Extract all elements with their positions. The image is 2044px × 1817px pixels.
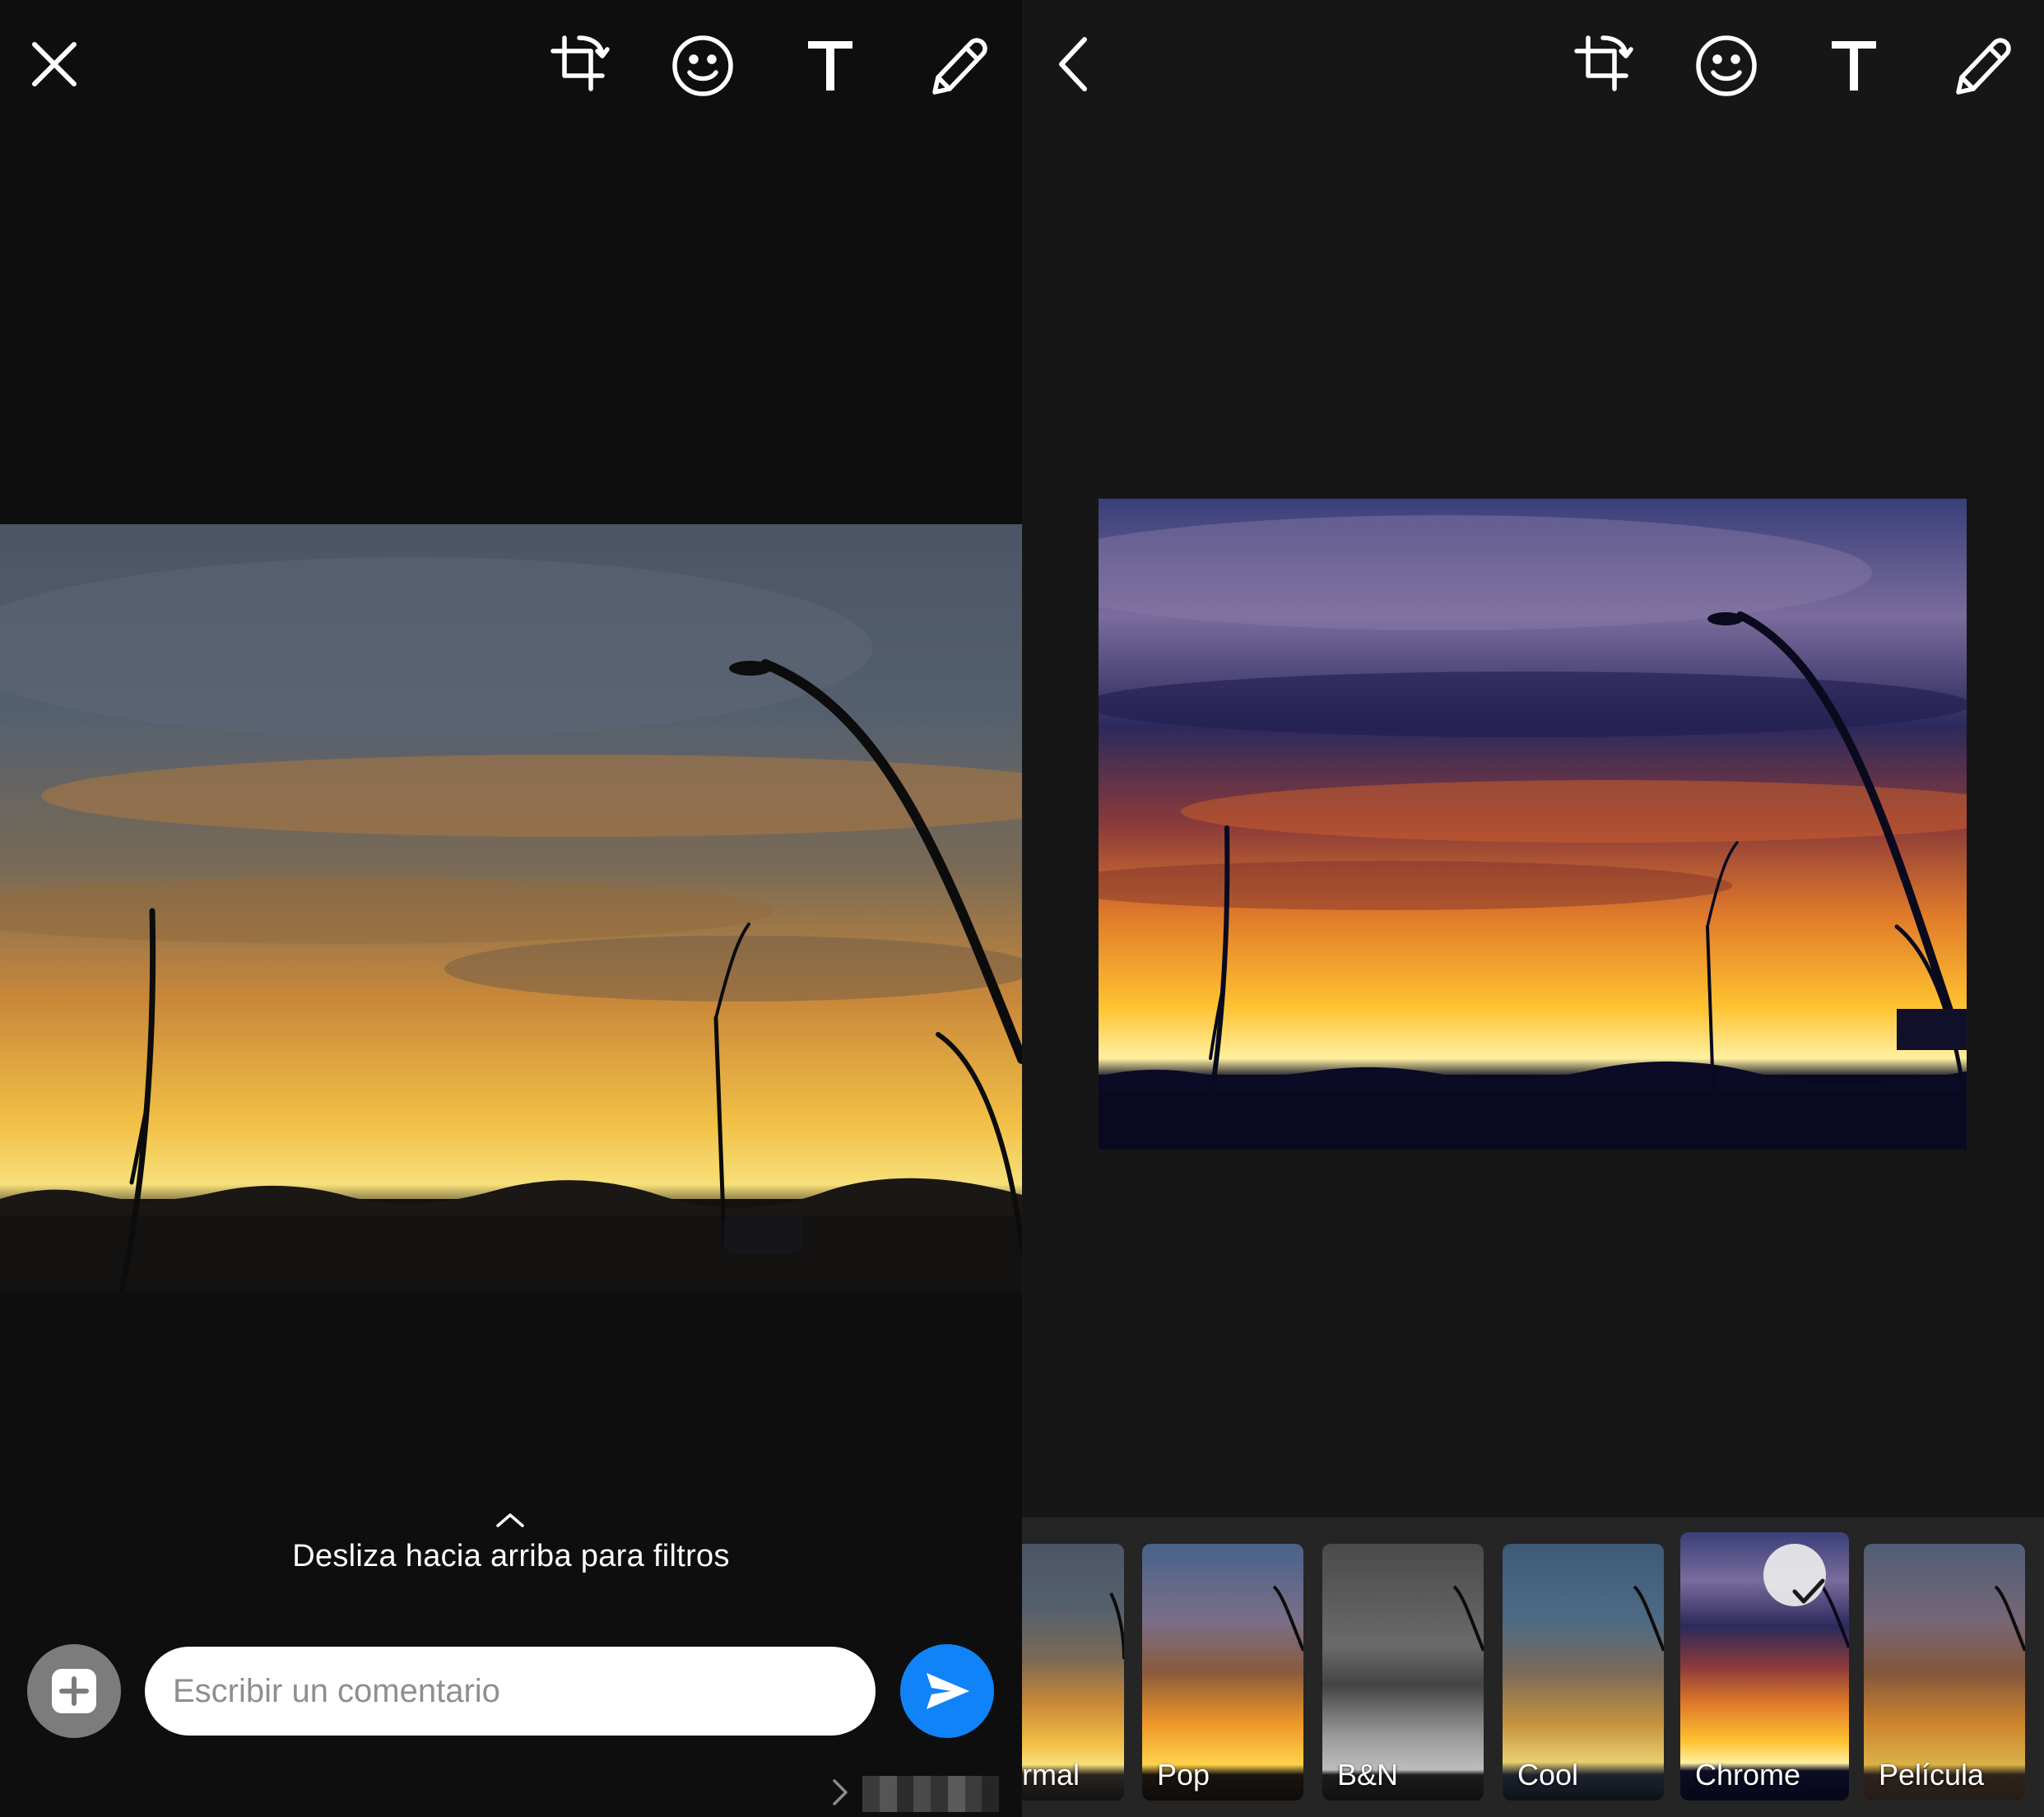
filter-label: Chrome xyxy=(1695,1758,1801,1791)
back-chevron-icon[interactable] xyxy=(1058,36,1088,92)
filter-pop[interactable]: Pop xyxy=(1142,1544,1303,1801)
swipe-up-filters-hint: Desliza hacia arriba para filtros xyxy=(292,1539,730,1573)
right-filter-screen: rmal Pop B&N Cool Chrome Película xyxy=(1022,0,2044,1817)
pixelated-recipient xyxy=(862,1776,999,1812)
text-icon[interactable] xyxy=(1830,40,1878,92)
filter-label: B&N xyxy=(1337,1758,1399,1791)
pencil-icon[interactable] xyxy=(1952,35,2011,95)
crop-rotate-icon[interactable] xyxy=(546,31,611,95)
emoji-icon[interactable] xyxy=(671,35,734,97)
crop-rotate-icon[interactable] xyxy=(1570,31,1634,95)
filter-label: Cool xyxy=(1517,1758,1579,1791)
checkmark-icon xyxy=(1777,1560,1825,1604)
selected-check xyxy=(1763,1544,1826,1606)
filter-bw[interactable]: B&N xyxy=(1322,1544,1484,1801)
send-button[interactable] xyxy=(900,1644,994,1738)
comment-input[interactable] xyxy=(145,1647,876,1736)
filter-cool[interactable]: Cool xyxy=(1503,1544,1664,1801)
photo-preview xyxy=(0,524,1022,1292)
filter-label: Pop xyxy=(1157,1758,1210,1791)
pencil-icon[interactable] xyxy=(928,35,987,95)
add-media-button[interactable] xyxy=(27,1644,121,1738)
emoji-icon[interactable] xyxy=(1695,35,1758,97)
filter-chrome[interactable]: Chrome xyxy=(1680,1532,1849,1801)
chevron-right-icon xyxy=(831,1778,849,1807)
send-icon xyxy=(925,1671,971,1711)
filter-label: Película xyxy=(1879,1758,1985,1791)
filtered-photo-preview xyxy=(1099,499,1967,1150)
left-editor-screen: Desliza hacia arriba para filtros xyxy=(0,0,1022,1817)
filter-pelicula[interactable]: Película xyxy=(1864,1544,2025,1801)
filter-normal[interactable]: rmal xyxy=(1022,1544,1124,1801)
close-icon[interactable] xyxy=(31,41,77,87)
add-media-icon xyxy=(50,1667,98,1715)
text-icon[interactable] xyxy=(806,40,854,92)
filter-strip: rmal Pop B&N Cool Chrome Película xyxy=(1022,1517,2044,1817)
chevron-up-icon xyxy=(495,1511,526,1529)
filter-label: rmal xyxy=(1022,1758,1080,1791)
